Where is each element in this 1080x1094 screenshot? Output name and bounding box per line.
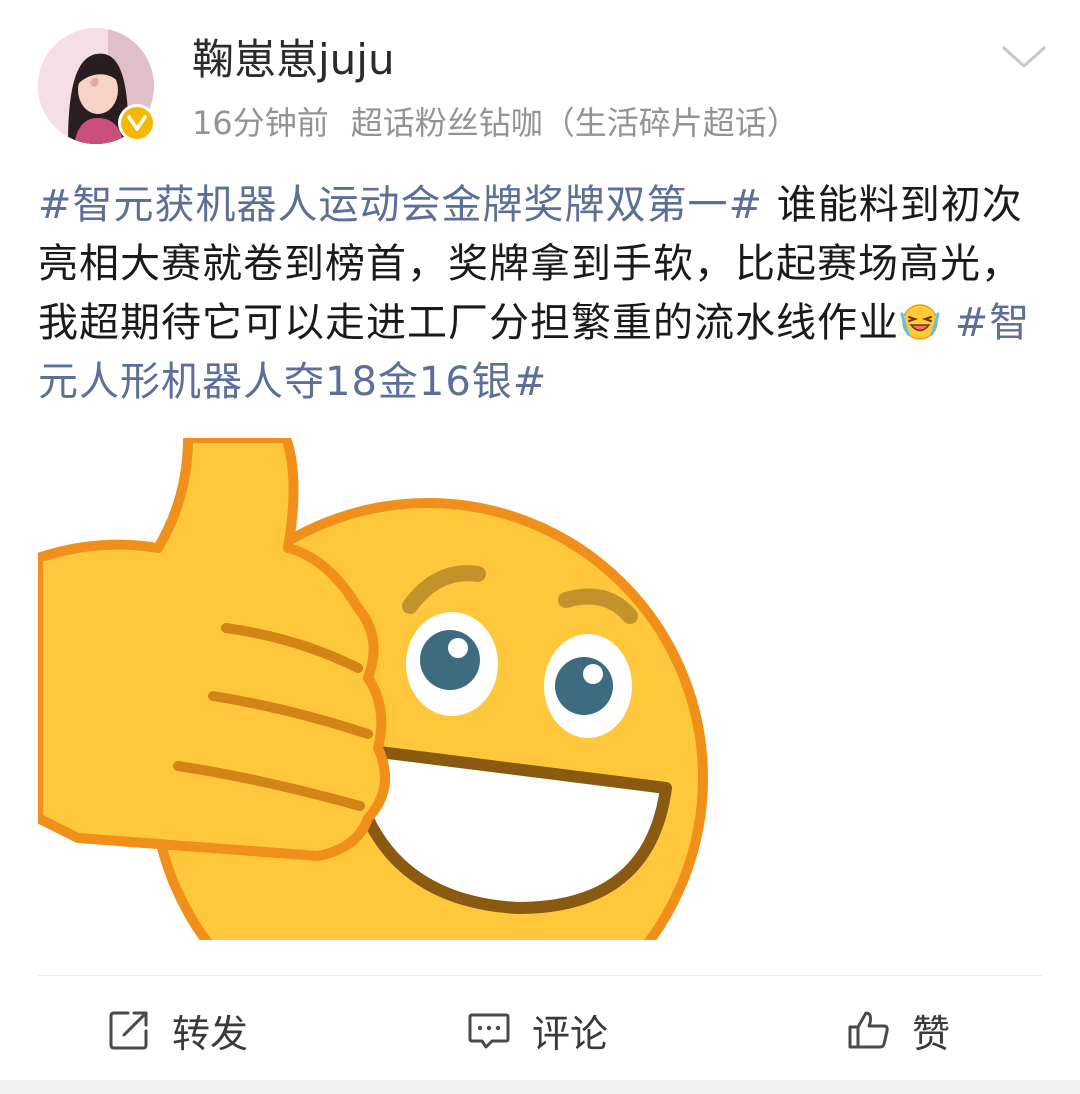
- verified-badge-icon: [118, 104, 156, 142]
- thumbs-up-smiley-image[interactable]: [38, 438, 718, 940]
- weibo-post-card: 鞠崽崽juju 16分钟前 超话粉丝钻咖（生活碎片超话） #智元获机器人运动会金牌…: [0, 0, 1080, 1080]
- hashtag-link[interactable]: #智元获机器人运动会金牌奖牌双第一#: [38, 182, 763, 228]
- post-content: #智元获机器人运动会金牌奖牌双第一# 谁能料到初次亮相大赛就卷到榜首，奖牌拿到手…: [38, 176, 1042, 412]
- thumbs-up-icon: [848, 1011, 889, 1049]
- repost-button[interactable]: 转发: [106, 990, 248, 1070]
- divider: [38, 975, 1042, 976]
- post-time: 16分钟前: [192, 104, 329, 142]
- comment-button[interactable]: 评论: [466, 990, 608, 1070]
- chevron-down-icon[interactable]: [1000, 40, 1048, 76]
- avatar-container[interactable]: [38, 28, 156, 144]
- post-meta: 16分钟前 超话粉丝钻咖（生活碎片超话）: [192, 100, 799, 146]
- username[interactable]: 鞠崽崽juju: [192, 32, 395, 88]
- laughing-crying-emoji-icon: [899, 300, 941, 342]
- repost-icon: [109, 1011, 148, 1050]
- repost-label: 转发: [172, 1011, 249, 1056]
- bottom-separator: [0, 1080, 1080, 1094]
- comment-label: 评论: [532, 1011, 609, 1056]
- post-source[interactable]: 超话粉丝钻咖（生活碎片超话）: [351, 104, 799, 142]
- comment-icon: [468, 1013, 510, 1049]
- action-bar: 转发 评论 赞: [0, 990, 1080, 1070]
- like-button[interactable]: 赞: [846, 990, 950, 1070]
- like-label: 赞: [912, 1011, 951, 1056]
